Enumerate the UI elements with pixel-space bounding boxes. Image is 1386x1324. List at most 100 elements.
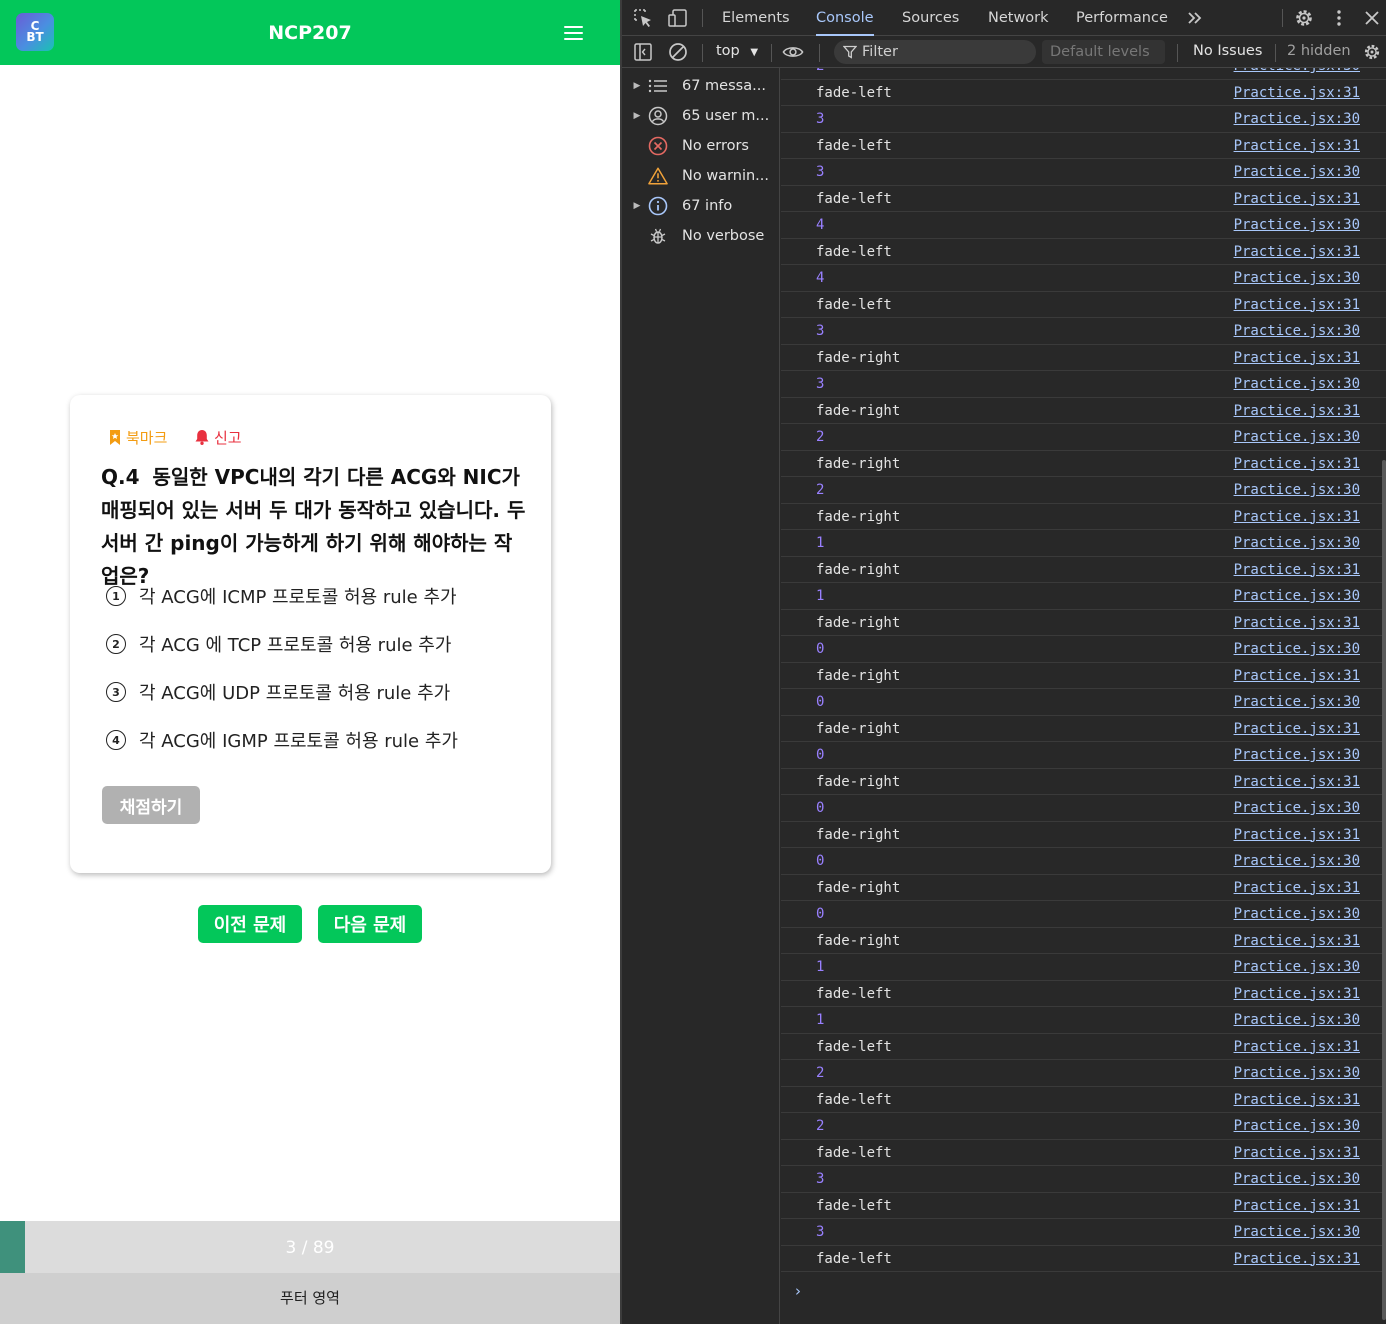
log-source-link[interactable]: Practice.jsx:31 bbox=[1234, 1145, 1360, 1161]
log-source-link[interactable]: Practice.jsx:30 bbox=[1234, 800, 1360, 816]
grade-button[interactable]: 채점하기 bbox=[102, 786, 200, 824]
hamburger-menu-icon[interactable] bbox=[560, 20, 588, 46]
log-source-link[interactable]: Practice.jsx:31 bbox=[1234, 1251, 1360, 1267]
log-source-link[interactable]: Practice.jsx:30 bbox=[1234, 1065, 1360, 1081]
log-source-link[interactable]: Practice.jsx:31 bbox=[1234, 615, 1360, 631]
context-select[interactable]: top ▼ bbox=[716, 43, 758, 59]
inspect-element-icon[interactable] bbox=[632, 7, 654, 29]
console-log-row: fade-left Practice.jsx:31 bbox=[781, 239, 1386, 265]
tab-elements[interactable]: Elements bbox=[722, 0, 790, 36]
log-source-link[interactable]: Practice.jsx:30 bbox=[1234, 906, 1360, 922]
sidebar-item-info[interactable]: ▶ 67 info bbox=[622, 191, 780, 221]
answer-option-3[interactable]: 3 각 ACG에 UDP 프로토콜 허용 rule 추가 bbox=[106, 679, 450, 705]
log-source-link[interactable]: Practice.jsx:30 bbox=[1234, 68, 1360, 74]
log-source-link[interactable]: Practice.jsx:31 bbox=[1234, 244, 1360, 260]
log-message: fade-left bbox=[816, 1144, 892, 1161]
log-source-link[interactable]: Practice.jsx:31 bbox=[1234, 1039, 1360, 1055]
log-source-link[interactable]: Practice.jsx:30 bbox=[1234, 853, 1360, 869]
log-source-link[interactable]: Practice.jsx:31 bbox=[1234, 880, 1360, 896]
log-source-link[interactable]: Practice.jsx:30 bbox=[1234, 429, 1360, 445]
sidebar-item-warnings[interactable]: No warnin... bbox=[622, 161, 780, 191]
log-message: 1 bbox=[816, 535, 825, 551]
report-button[interactable]: 신고 bbox=[195, 427, 242, 448]
log-source-link[interactable]: Practice.jsx:30 bbox=[1234, 959, 1360, 975]
log-source-link[interactable]: Practice.jsx:30 bbox=[1234, 588, 1360, 604]
log-source-link[interactable]: Practice.jsx:31 bbox=[1234, 297, 1360, 313]
filter-placeholder: Filter bbox=[862, 44, 898, 60]
log-source-link[interactable]: Practice.jsx:30 bbox=[1234, 641, 1360, 657]
console-log-row: fade-left Practice.jsx:31 bbox=[781, 1193, 1386, 1219]
log-source-link[interactable]: Practice.jsx:30 bbox=[1234, 1171, 1360, 1187]
log-source-link[interactable]: Practice.jsx:31 bbox=[1234, 986, 1360, 1002]
log-source-link[interactable]: Practice.jsx:31 bbox=[1234, 1198, 1360, 1214]
log-source-link[interactable]: Practice.jsx:31 bbox=[1234, 827, 1360, 843]
answer-option-4[interactable]: 4 각 ACG에 IGMP 프로토콜 허용 rule 추가 bbox=[106, 727, 458, 753]
sidebar-toggle-icon[interactable] bbox=[632, 41, 654, 63]
log-source-link[interactable]: Practice.jsx:31 bbox=[1234, 1092, 1360, 1108]
console-log-row: 2 Practice.jsx:30 bbox=[781, 424, 1386, 451]
tab-console[interactable]: Console bbox=[816, 0, 874, 36]
console-log-row: fade-left Practice.jsx:31 bbox=[781, 1140, 1386, 1166]
log-source-link[interactable]: Practice.jsx:30 bbox=[1234, 482, 1360, 498]
log-source-link[interactable]: Practice.jsx:30 bbox=[1234, 747, 1360, 763]
more-options-icon[interactable] bbox=[1328, 7, 1350, 29]
log-source-link[interactable]: Practice.jsx:31 bbox=[1234, 668, 1360, 684]
settings-gear-icon[interactable] bbox=[1293, 7, 1315, 29]
log-source-link[interactable]: Practice.jsx:31 bbox=[1234, 85, 1360, 101]
log-source-link[interactable]: Practice.jsx:31 bbox=[1234, 191, 1360, 207]
user-icon bbox=[648, 106, 668, 126]
tab-performance[interactable]: Performance bbox=[1076, 0, 1168, 36]
close-devtools-icon[interactable] bbox=[1361, 7, 1383, 29]
log-source-link[interactable]: Practice.jsx:31 bbox=[1234, 138, 1360, 154]
console-log-row: fade-right Practice.jsx:31 bbox=[781, 875, 1386, 901]
device-toolbar-icon[interactable] bbox=[667, 7, 689, 29]
log-source-link[interactable]: Practice.jsx:30 bbox=[1234, 535, 1360, 551]
console-prompt[interactable]: › bbox=[795, 1282, 801, 1300]
clear-console-icon[interactable] bbox=[667, 41, 689, 63]
bookmark-button[interactable]: 북마크 bbox=[109, 427, 167, 448]
prev-question-button[interactable]: 이전 문제 bbox=[198, 905, 302, 943]
live-expression-eye-icon[interactable] bbox=[782, 41, 804, 63]
log-source-link[interactable]: Practice.jsx:31 bbox=[1234, 562, 1360, 578]
log-source-link[interactable]: Practice.jsx:31 bbox=[1234, 721, 1360, 737]
log-source-link[interactable]: Practice.jsx:30 bbox=[1234, 1224, 1360, 1240]
console-log-row: 1 Practice.jsx:30 bbox=[781, 583, 1386, 610]
sidebar-item-user-messages[interactable]: ▶ 65 user m... bbox=[622, 101, 780, 131]
tab-network[interactable]: Network bbox=[988, 0, 1049, 36]
log-source-link[interactable]: Practice.jsx:30 bbox=[1234, 694, 1360, 710]
console-log-row: fade-left Practice.jsx:31 bbox=[781, 186, 1386, 212]
console-log-row: fade-left Practice.jsx:31 bbox=[781, 1246, 1386, 1272]
log-source-link[interactable]: Practice.jsx:30 bbox=[1234, 1012, 1360, 1028]
log-source-link[interactable]: Practice.jsx:30 bbox=[1234, 217, 1360, 233]
log-source-link[interactable]: Practice.jsx:30 bbox=[1234, 323, 1360, 339]
answer-option-1[interactable]: 1 각 ACG에 ICMP 프로토콜 허용 rule 추가 bbox=[106, 583, 457, 609]
next-question-button[interactable]: 다음 문제 bbox=[318, 905, 422, 943]
sidebar-item-errors[interactable]: No errors bbox=[622, 131, 780, 161]
log-levels-select[interactable]: Default levels ▼ bbox=[1042, 40, 1165, 83]
console-log-row: fade-right Practice.jsx:31 bbox=[781, 716, 1386, 742]
answer-option-2[interactable]: 2 각 ACG 에 TCP 프로토콜 허용 rule 추가 bbox=[106, 631, 451, 657]
log-source-link[interactable]: Practice.jsx:31 bbox=[1234, 350, 1360, 366]
console-log-row: 3 Practice.jsx:30 bbox=[781, 1219, 1386, 1246]
issues-count[interactable]: No Issues bbox=[1193, 43, 1262, 59]
log-source-link[interactable]: Practice.jsx:31 bbox=[1234, 509, 1360, 525]
log-source-link[interactable]: Practice.jsx:31 bbox=[1234, 933, 1360, 949]
log-source-link[interactable]: Practice.jsx:30 bbox=[1234, 270, 1360, 286]
sidebar-item-messages[interactable]: ▶ 67 messa... bbox=[622, 71, 780, 101]
log-source-link[interactable]: Practice.jsx:30 bbox=[1234, 1118, 1360, 1134]
log-message: fade-right bbox=[816, 667, 901, 684]
console-filter-input[interactable]: Filter bbox=[834, 40, 1036, 64]
log-message: 2 bbox=[816, 68, 824, 74]
log-source-link[interactable]: Practice.jsx:31 bbox=[1234, 456, 1360, 472]
console-settings-gear-icon[interactable] bbox=[1362, 41, 1382, 63]
tab-sources[interactable]: Sources bbox=[902, 0, 959, 36]
log-source-link[interactable]: Practice.jsx:30 bbox=[1234, 111, 1360, 127]
log-source-link[interactable]: Practice.jsx:31 bbox=[1234, 774, 1360, 790]
log-source-link[interactable]: Practice.jsx:31 bbox=[1234, 403, 1360, 419]
console-scrollbar[interactable] bbox=[1382, 460, 1386, 1320]
console-log-area[interactable]: 2 Practice.jsx:30 fade-left Practice.jsx:31… bbox=[781, 68, 1386, 1324]
more-tabs-chevron-icon[interactable] bbox=[1184, 7, 1206, 29]
log-source-link[interactable]: Practice.jsx:30 bbox=[1234, 376, 1360, 392]
log-source-link[interactable]: Practice.jsx:30 bbox=[1234, 164, 1360, 180]
sidebar-item-verbose[interactable]: No verbose bbox=[622, 221, 780, 251]
